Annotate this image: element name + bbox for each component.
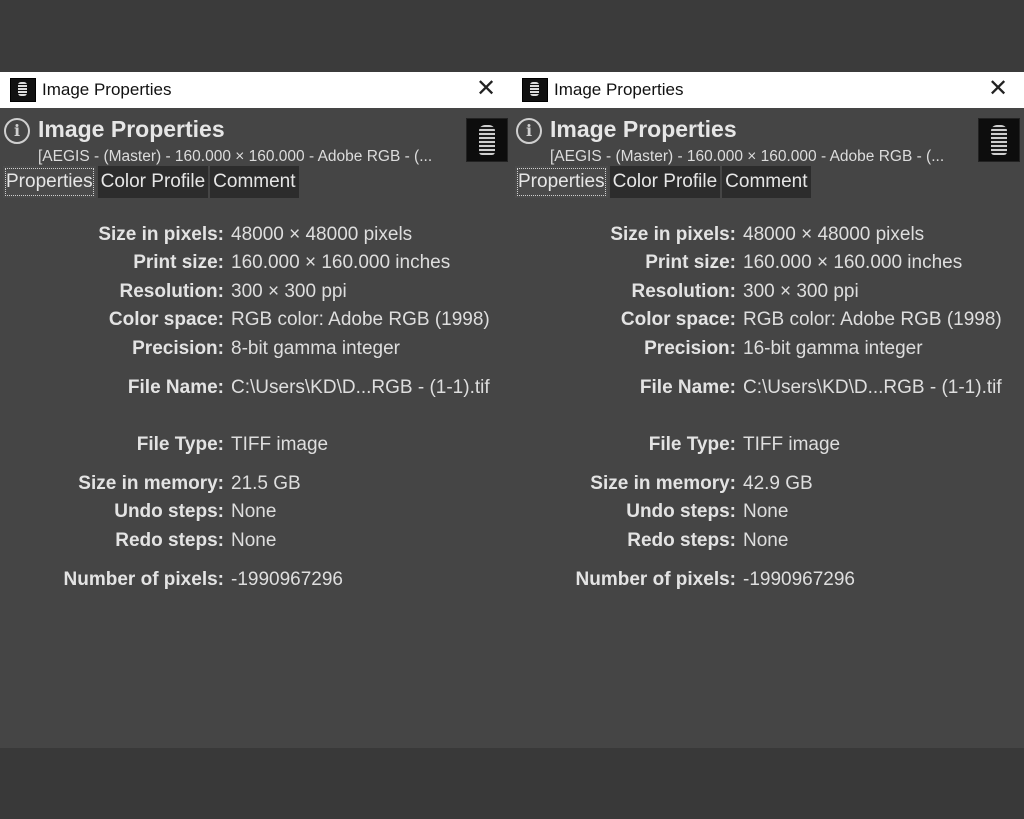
property-row: Print size: 160.000 × 160.000 inches (0, 252, 512, 278)
property-label: Resolution: (631, 281, 737, 302)
tab-bar: Properties Color Profile Comment (512, 166, 1024, 200)
property-value: 160.000 × 160.000 inches (743, 252, 963, 273)
property-value: 16-bit gamma integer (743, 338, 923, 359)
property-value: 300 × 300 ppi (743, 281, 859, 302)
property-label: Precision: (132, 338, 224, 359)
property-value: None (743, 530, 789, 551)
property-value: -1990967296 (231, 569, 343, 590)
property-label: Size in pixels: (98, 224, 224, 245)
property-row: File Type: TIFF image (512, 434, 1024, 460)
property-value: -1990967296 (743, 569, 855, 590)
property-value: 8-bit gamma integer (231, 338, 400, 359)
property-label: Color space: (620, 309, 736, 330)
window-titlebar[interactable]: Image Properties ✕ (512, 72, 1024, 108)
gimp-image-icon (522, 78, 548, 102)
close-icon[interactable]: ✕ (474, 77, 498, 101)
property-value: C:\Users\KD\D...RGB - (1-1).tif (743, 377, 1002, 398)
property-row: File Type: TIFF image (0, 434, 512, 460)
property-value: 42.9 GB (743, 473, 813, 494)
image-thumbnail (978, 118, 1020, 162)
close-icon[interactable]: ✕ (986, 77, 1010, 101)
property-label: Number of pixels: (63, 569, 224, 590)
property-label: Print size: (133, 252, 224, 273)
header-title: Image Properties (550, 116, 737, 142)
property-row: Number of pixels: -1990967296 (512, 569, 1024, 595)
property-value: 48000 × 48000 pixels (231, 224, 413, 245)
property-label: Size in memory: (590, 473, 736, 494)
property-value: 300 × 300 ppi (231, 281, 347, 302)
property-label: Undo steps: (114, 501, 224, 522)
property-label: File Type: (648, 434, 736, 455)
window-title: Image Properties (42, 80, 172, 99)
property-row: Resolution: 300 × 300 ppi (512, 281, 1024, 307)
property-row: Size in memory: 42.9 GB (512, 473, 1024, 499)
property-label: Color space: (108, 309, 224, 330)
property-label: Redo steps: (627, 530, 736, 551)
property-value: None (231, 501, 277, 522)
property-label: Size in pixels: (610, 224, 736, 245)
property-value: RGB color: Adobe RGB (1998) (743, 309, 1002, 330)
property-row: Size in memory: 21.5 GB (0, 473, 512, 499)
property-row: Resolution: 300 × 300 ppi (0, 281, 512, 307)
window-title: Image Properties (554, 80, 684, 99)
property-row: Redo steps: None (512, 530, 1024, 556)
info-icon: i (516, 118, 542, 144)
property-value: C:\Users\KD\D...RGB - (1-1).tif (231, 377, 490, 398)
property-label: File Name: (639, 377, 736, 398)
dialog-header: i Image Properties [AEGIS - (Master) - 1… (512, 108, 1024, 166)
property-label: File Type: (136, 434, 224, 455)
property-value: 21.5 GB (231, 473, 301, 494)
property-row: Number of pixels: -1990967296 (0, 569, 512, 595)
image-properties-dialog-right: Image Properties ✕ i Image Properties [A… (512, 72, 1024, 748)
header-subtitle: [AEGIS - (Master) - 160.000 × 160.000 - … (550, 148, 945, 165)
tab-comment[interactable]: Comment (210, 166, 299, 198)
background-strip (0, 748, 1024, 819)
property-row: Size in pixels: 48000 × 48000 pixels (512, 224, 1024, 250)
property-value: None (743, 501, 789, 522)
property-value: 48000 × 48000 pixels (743, 224, 925, 245)
header-subtitle: [AEGIS - (Master) - 160.000 × 160.000 - … (38, 148, 433, 165)
property-row: Color space: RGB color: Adobe RGB (1998) (0, 309, 512, 335)
property-row: Size in pixels: 48000 × 48000 pixels (0, 224, 512, 250)
property-row: Precision: 8-bit gamma integer (0, 338, 512, 364)
property-row: Redo steps: None (0, 530, 512, 556)
header-title: Image Properties (38, 116, 225, 142)
property-row: Print size: 160.000 × 160.000 inches (512, 252, 1024, 278)
property-value: TIFF image (743, 434, 841, 455)
tab-comment[interactable]: Comment (722, 166, 811, 198)
property-row: Undo steps: None (0, 501, 512, 527)
property-value: None (231, 530, 277, 551)
property-row: File Name: C:\Users\KD\D...RGB - (1-1).ti… (512, 377, 1024, 403)
property-label: Undo steps: (626, 501, 736, 522)
image-properties-dialog-left: Image Properties ✕ i Image Properties [A… (0, 72, 512, 748)
window-titlebar[interactable]: Image Properties ✕ (0, 72, 512, 108)
property-row: Undo steps: None (512, 501, 1024, 527)
property-label: Redo steps: (115, 530, 224, 551)
property-label: Print size: (645, 252, 736, 273)
property-row: File Name: C:\Users\KD\D...RGB - (1-1).ti… (0, 377, 512, 403)
property-value: 160.000 × 160.000 inches (231, 252, 451, 273)
property-row: Color space: RGB color: Adobe RGB (1998) (512, 309, 1024, 335)
info-icon: i (4, 118, 30, 144)
property-label: File Name: (127, 377, 224, 398)
property-label: Precision: (644, 338, 736, 359)
dialog-header: i Image Properties [AEGIS - (Master) - 1… (0, 108, 512, 166)
tab-color-profile[interactable]: Color Profile (97, 166, 209, 198)
tab-color-profile[interactable]: Color Profile (609, 166, 721, 198)
property-label: Number of pixels: (575, 569, 736, 590)
image-thumbnail (466, 118, 508, 162)
tab-properties[interactable]: Properties (3, 166, 96, 198)
tab-properties[interactable]: Properties (515, 166, 608, 198)
tab-bar: Properties Color Profile Comment (0, 166, 512, 200)
property-label: Size in memory: (78, 473, 224, 494)
property-row: Precision: 16-bit gamma integer (512, 338, 1024, 364)
gimp-image-icon (10, 78, 36, 102)
property-value: RGB color: Adobe RGB (1998) (231, 309, 490, 330)
property-value: TIFF image (231, 434, 329, 455)
property-label: Resolution: (119, 281, 225, 302)
